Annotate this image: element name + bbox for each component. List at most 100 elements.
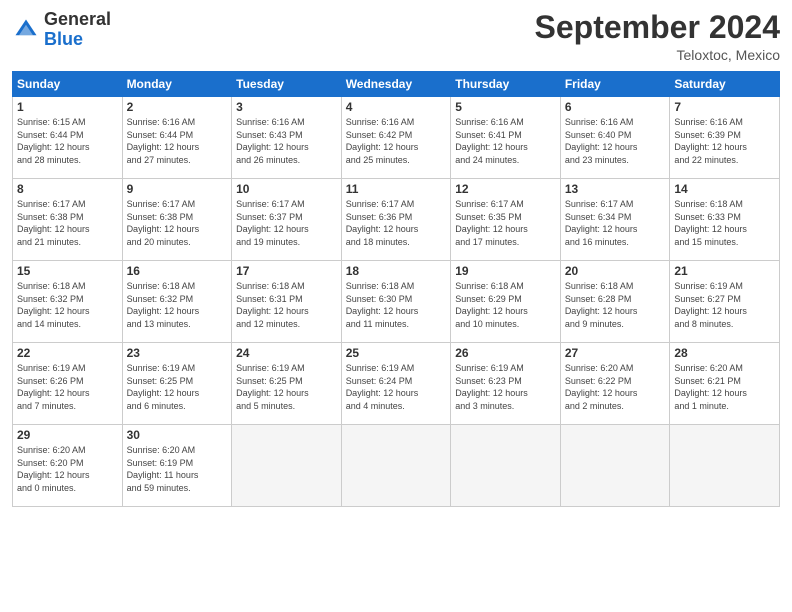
day-number: 8 (17, 182, 118, 196)
day-info: Sunrise: 6:17 AM Sunset: 6:38 PM Dayligh… (127, 198, 228, 248)
day-cell (341, 425, 451, 507)
day-number: 25 (346, 346, 447, 360)
day-cell: 22 Sunrise: 6:19 AM Sunset: 6:26 PM Dayli… (13, 343, 123, 425)
col-header-thursday: Thursday (451, 72, 561, 97)
day-number: 3 (236, 100, 337, 114)
day-cell: 25 Sunrise: 6:19 AM Sunset: 6:24 PM Dayli… (341, 343, 451, 425)
day-cell (451, 425, 561, 507)
day-info: Sunrise: 6:17 AM Sunset: 6:34 PM Dayligh… (565, 198, 666, 248)
day-info: Sunrise: 6:18 AM Sunset: 6:33 PM Dayligh… (674, 198, 775, 248)
day-info: Sunrise: 6:19 AM Sunset: 6:23 PM Dayligh… (455, 362, 556, 412)
day-cell: 4 Sunrise: 6:16 AM Sunset: 6:42 PM Daylig… (341, 97, 451, 179)
location: Teloxtoc, Mexico (535, 47, 780, 63)
day-cell: 30 Sunrise: 6:20 AM Sunset: 6:19 PM Dayli… (122, 425, 232, 507)
day-info: Sunrise: 6:16 AM Sunset: 6:43 PM Dayligh… (236, 116, 337, 166)
day-cell: 1 Sunrise: 6:15 AM Sunset: 6:44 PM Daylig… (13, 97, 123, 179)
day-cell: 8 Sunrise: 6:17 AM Sunset: 6:38 PM Daylig… (13, 179, 123, 261)
day-cell: 26 Sunrise: 6:19 AM Sunset: 6:23 PM Dayli… (451, 343, 561, 425)
day-cell: 10 Sunrise: 6:17 AM Sunset: 6:37 PM Dayli… (232, 179, 342, 261)
day-info: Sunrise: 6:19 AM Sunset: 6:26 PM Dayligh… (17, 362, 118, 412)
day-cell: 18Sunrise: 6:18 AM Sunset: 6:30 PM Dayli… (341, 261, 451, 343)
day-cell: 3 Sunrise: 6:16 AM Sunset: 6:43 PM Daylig… (232, 97, 342, 179)
day-info: Sunrise: 6:16 AM Sunset: 6:40 PM Dayligh… (565, 116, 666, 166)
day-number: 7 (674, 100, 775, 114)
day-cell: 14 Sunrise: 6:18 AM Sunset: 6:33 PM Dayli… (670, 179, 780, 261)
page: General Blue September 2024 Teloxtoc, Me… (0, 0, 792, 612)
day-cell: 19Sunrise: 6:18 AM Sunset: 6:29 PM Dayli… (451, 261, 561, 343)
day-info: Sunrise: 6:17 AM Sunset: 6:36 PM Dayligh… (346, 198, 447, 248)
day-cell: 16 Sunrise: 6:18 AM Sunset: 6:32 PM Dayli… (122, 261, 232, 343)
day-cell: 13 Sunrise: 6:17 AM Sunset: 6:34 PM Dayli… (560, 179, 670, 261)
day-info: Sunrise: 6:20 AM Sunset: 6:19 PM Dayligh… (127, 444, 228, 494)
day-cell: 12 Sunrise: 6:17 AM Sunset: 6:35 PM Dayli… (451, 179, 561, 261)
week-row-5: 29Sunrise: 6:20 AM Sunset: 6:20 PM Dayli… (13, 425, 780, 507)
day-number: 16 (127, 264, 228, 278)
day-number: 15 (17, 264, 118, 278)
col-header-saturday: Saturday (670, 72, 780, 97)
col-header-sunday: Sunday (13, 72, 123, 97)
day-number: 12 (455, 182, 556, 196)
day-info: Sunrise: 6:16 AM Sunset: 6:41 PM Dayligh… (455, 116, 556, 166)
header-row: SundayMondayTuesdayWednesdayThursdayFrid… (13, 72, 780, 97)
day-info: Sunrise: 6:18 AM Sunset: 6:31 PM Dayligh… (236, 280, 337, 330)
day-cell: 27Sunrise: 6:20 AM Sunset: 6:22 PM Dayli… (560, 343, 670, 425)
col-header-wednesday: Wednesday (341, 72, 451, 97)
day-cell: 23 Sunrise: 6:19 AM Sunset: 6:25 PM Dayli… (122, 343, 232, 425)
day-info: Sunrise: 6:16 AM Sunset: 6:42 PM Dayligh… (346, 116, 447, 166)
calendar-table: SundayMondayTuesdayWednesdayThursdayFrid… (12, 71, 780, 507)
day-cell: 24 Sunrise: 6:19 AM Sunset: 6:25 PM Dayli… (232, 343, 342, 425)
day-number: 1 (17, 100, 118, 114)
week-row-1: 1 Sunrise: 6:15 AM Sunset: 6:44 PM Daylig… (13, 97, 780, 179)
day-cell: 11Sunrise: 6:17 AM Sunset: 6:36 PM Dayli… (341, 179, 451, 261)
day-number: 30 (127, 428, 228, 442)
day-info: Sunrise: 6:17 AM Sunset: 6:35 PM Dayligh… (455, 198, 556, 248)
day-info: Sunrise: 6:18 AM Sunset: 6:32 PM Dayligh… (127, 280, 228, 330)
logo-general: General (44, 9, 111, 29)
day-info: Sunrise: 6:20 AM Sunset: 6:21 PM Dayligh… (674, 362, 775, 412)
day-number: 5 (455, 100, 556, 114)
day-number: 20 (565, 264, 666, 278)
title-block: September 2024 Teloxtoc, Mexico (535, 10, 780, 63)
day-info: Sunrise: 6:16 AM Sunset: 6:44 PM Dayligh… (127, 116, 228, 166)
day-number: 23 (127, 346, 228, 360)
logo-blue: Blue (44, 29, 83, 49)
week-row-2: 8 Sunrise: 6:17 AM Sunset: 6:38 PM Daylig… (13, 179, 780, 261)
day-cell: 20 Sunrise: 6:18 AM Sunset: 6:28 PM Dayli… (560, 261, 670, 343)
day-number: 21 (674, 264, 775, 278)
day-info: Sunrise: 6:15 AM Sunset: 6:44 PM Dayligh… (17, 116, 118, 166)
day-number: 2 (127, 100, 228, 114)
day-cell: 21Sunrise: 6:19 AM Sunset: 6:27 PM Dayli… (670, 261, 780, 343)
day-info: Sunrise: 6:20 AM Sunset: 6:20 PM Dayligh… (17, 444, 118, 494)
col-header-monday: Monday (122, 72, 232, 97)
day-info: Sunrise: 6:18 AM Sunset: 6:29 PM Dayligh… (455, 280, 556, 330)
day-number: 13 (565, 182, 666, 196)
header: General Blue September 2024 Teloxtoc, Me… (12, 10, 780, 63)
day-cell: 2 Sunrise: 6:16 AM Sunset: 6:44 PM Daylig… (122, 97, 232, 179)
week-row-4: 22 Sunrise: 6:19 AM Sunset: 6:26 PM Dayli… (13, 343, 780, 425)
day-number: 24 (236, 346, 337, 360)
day-info: Sunrise: 6:19 AM Sunset: 6:25 PM Dayligh… (236, 362, 337, 412)
day-cell (232, 425, 342, 507)
day-info: Sunrise: 6:18 AM Sunset: 6:28 PM Dayligh… (565, 280, 666, 330)
day-info: Sunrise: 6:19 AM Sunset: 6:24 PM Dayligh… (346, 362, 447, 412)
day-info: Sunrise: 6:17 AM Sunset: 6:37 PM Dayligh… (236, 198, 337, 248)
day-cell: 17Sunrise: 6:18 AM Sunset: 6:31 PM Dayli… (232, 261, 342, 343)
day-info: Sunrise: 6:17 AM Sunset: 6:38 PM Dayligh… (17, 198, 118, 248)
day-info: Sunrise: 6:16 AM Sunset: 6:39 PM Dayligh… (674, 116, 775, 166)
day-number: 28 (674, 346, 775, 360)
day-info: Sunrise: 6:18 AM Sunset: 6:32 PM Dayligh… (17, 280, 118, 330)
day-number: 26 (455, 346, 556, 360)
day-number: 14 (674, 182, 775, 196)
day-number: 27 (565, 346, 666, 360)
day-info: Sunrise: 6:18 AM Sunset: 6:30 PM Dayligh… (346, 280, 447, 330)
week-row-3: 15 Sunrise: 6:18 AM Sunset: 6:32 PM Dayli… (13, 261, 780, 343)
day-number: 10 (236, 182, 337, 196)
day-cell: 9 Sunrise: 6:17 AM Sunset: 6:38 PM Daylig… (122, 179, 232, 261)
day-number: 22 (17, 346, 118, 360)
day-cell (670, 425, 780, 507)
day-number: 9 (127, 182, 228, 196)
logo: General Blue (12, 10, 111, 50)
day-cell: 7 Sunrise: 6:16 AM Sunset: 6:39 PM Daylig… (670, 97, 780, 179)
day-info: Sunrise: 6:19 AM Sunset: 6:25 PM Dayligh… (127, 362, 228, 412)
day-number: 4 (346, 100, 447, 114)
